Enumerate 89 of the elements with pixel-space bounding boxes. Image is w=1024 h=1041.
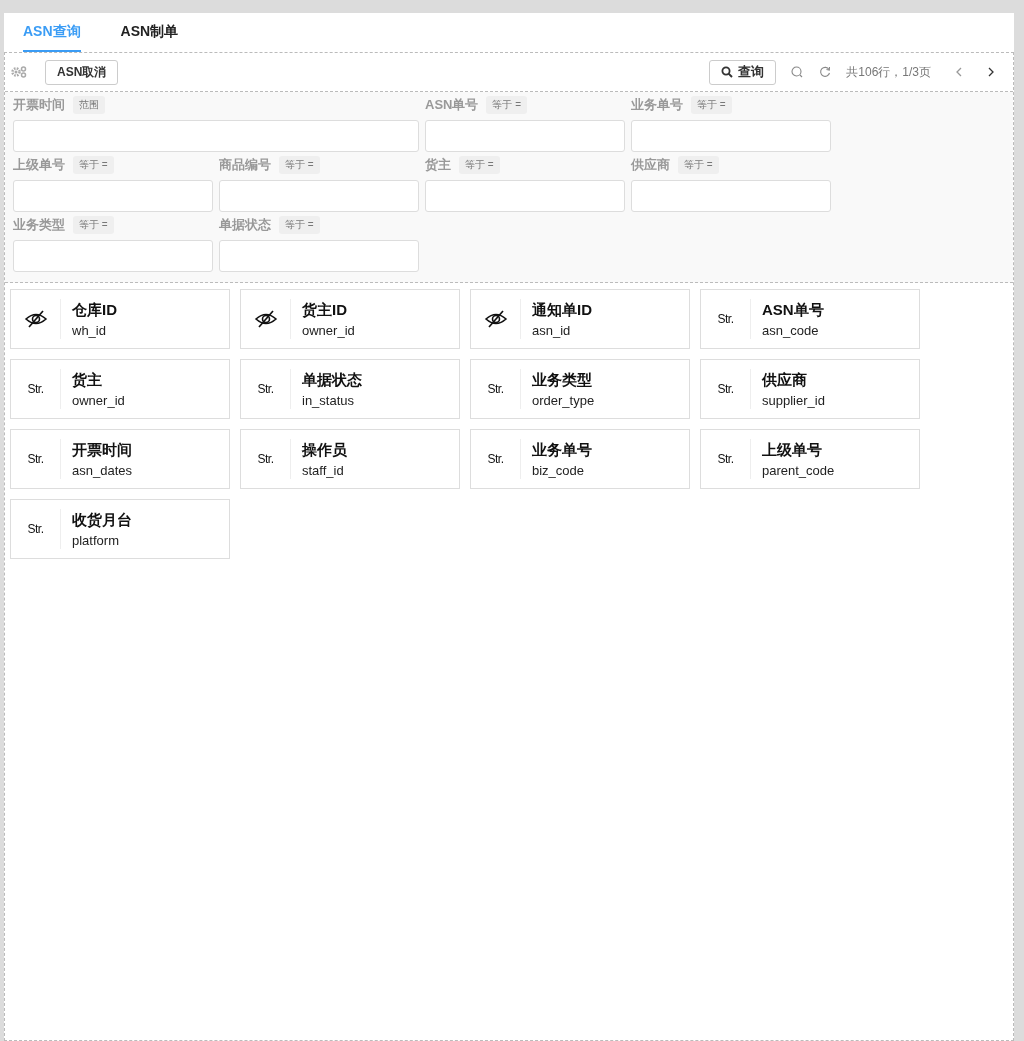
search-icon: [721, 66, 734, 78]
operator-tag[interactable]: 等于 =: [73, 216, 114, 234]
type-label: Str.: [257, 452, 274, 466]
filter-label: 业务类型: [13, 216, 65, 234]
field-title: 业务单号: [532, 440, 592, 460]
filter-input[interactable]: [219, 180, 419, 212]
field-title: 上级单号: [762, 440, 823, 460]
filter-input[interactable]: [425, 180, 625, 212]
field-card[interactable]: Str. 收货月台 platform: [10, 499, 230, 559]
field-code: owner_id: [72, 392, 125, 408]
operator-tag[interactable]: 范围: [73, 96, 105, 114]
field-title: 收货月台: [72, 510, 132, 530]
filter-input[interactable]: [13, 180, 213, 212]
field-title: 货主: [72, 370, 103, 390]
type-label: Str.: [257, 382, 274, 396]
filter-input[interactable]: [219, 240, 419, 272]
field-card[interactable]: Str. 单据状态 in_status: [240, 359, 460, 419]
filter-label: 上级单号: [13, 156, 65, 174]
filter-label: 货主: [425, 156, 451, 174]
filter-input[interactable]: [631, 180, 831, 212]
filter-label: 开票时间: [13, 96, 65, 114]
field-card[interactable]: Str. 业务类型 order_type: [470, 359, 690, 419]
field-card[interactable]: 货主ID owner_id: [240, 289, 460, 349]
type-label: Str.: [27, 452, 44, 466]
type-label: Str.: [717, 312, 734, 326]
filter-label: ASN单号: [425, 96, 479, 114]
field-card[interactable]: Str. 开票时间 asn_dates: [10, 429, 230, 489]
gears-icon[interactable]: [11, 66, 27, 78]
type-label: Str.: [487, 452, 504, 466]
field-code: order_type: [532, 392, 595, 408]
field-card[interactable]: Str. ASN单号 asn_code: [700, 289, 920, 349]
cancel-button[interactable]: ASN取消: [45, 59, 119, 85]
search-icon[interactable]: [790, 65, 805, 79]
field-code: asn_code: [762, 322, 820, 338]
filter-label: 业务单号: [631, 96, 683, 114]
field-code: in_status: [302, 392, 356, 408]
field-card[interactable]: Str. 业务单号 biz_code: [470, 429, 690, 489]
filter-label: 供应商: [631, 156, 670, 174]
eye-slash-icon: [253, 310, 278, 328]
field-card[interactable]: Str. 操作员 staff_id: [240, 429, 460, 489]
operator-tag[interactable]: 等于 =: [691, 96, 732, 114]
field-title: 供应商: [762, 370, 808, 390]
operator-tag[interactable]: 等于 =: [279, 216, 320, 234]
type-label: Str.: [717, 382, 734, 396]
filter-input[interactable]: [13, 240, 213, 272]
filter-label: 商品编号: [219, 156, 271, 174]
filter-input[interactable]: [13, 120, 419, 152]
field-title: 通知单ID: [532, 300, 592, 320]
filter-input[interactable]: [631, 120, 831, 152]
refresh-icon[interactable]: [818, 65, 833, 79]
field-title: 业务类型: [532, 370, 593, 390]
next-page-icon[interactable]: [987, 66, 995, 78]
field-title: 操作员: [302, 440, 347, 460]
field-code: asn_id: [532, 322, 572, 338]
field-title: 单据状态: [302, 370, 362, 390]
type-label: Str.: [717, 452, 734, 466]
field-card[interactable]: Str. 供应商 supplier_id: [700, 359, 920, 419]
operator-tag[interactable]: 等于 =: [486, 96, 528, 114]
field-code: platform: [72, 532, 120, 548]
field-card[interactable]: Str. 货主 owner_id: [10, 359, 230, 419]
operator-tag[interactable]: 等于 =: [678, 156, 719, 174]
field-title: ASN单号: [762, 300, 824, 320]
operator-tag[interactable]: 等于 =: [459, 156, 500, 174]
field-title: 货主ID: [302, 300, 348, 320]
field-code: asn_dates: [72, 462, 132, 478]
operator-tag[interactable]: 等于 =: [279, 156, 320, 174]
eye-slash-icon: [483, 310, 508, 328]
field-card[interactable]: 通知单ID asn_id: [470, 289, 690, 349]
tab[interactable]: ASN制单: [120, 13, 179, 52]
type-label: Str.: [27, 522, 44, 536]
field-title: 仓库ID: [72, 300, 117, 320]
filter-label: 单据状态: [219, 216, 271, 234]
eye-slash-icon: [23, 310, 48, 328]
operator-tag[interactable]: 等于 =: [73, 156, 114, 174]
field-code: biz_code: [532, 462, 586, 478]
field-code: wh_id: [72, 322, 107, 338]
query-button[interactable]: 查询: [709, 59, 777, 85]
field-code: parent_code: [762, 462, 835, 478]
previous-page-icon[interactable]: [955, 66, 963, 78]
field-code: staff_id: [302, 462, 345, 478]
field-card[interactable]: Str. 上级单号 parent_code: [700, 429, 920, 489]
type-label: Str.: [27, 382, 44, 396]
field-code: supplier_id: [762, 392, 825, 408]
field-code: owner_id: [302, 322, 355, 338]
field-card[interactable]: 仓库ID wh_id: [10, 289, 230, 349]
field-title: 开票时间: [72, 440, 132, 460]
page-info: 共106行，1/3页: [846, 63, 931, 81]
filter-input[interactable]: [425, 120, 625, 152]
type-label: Str.: [487, 382, 504, 396]
